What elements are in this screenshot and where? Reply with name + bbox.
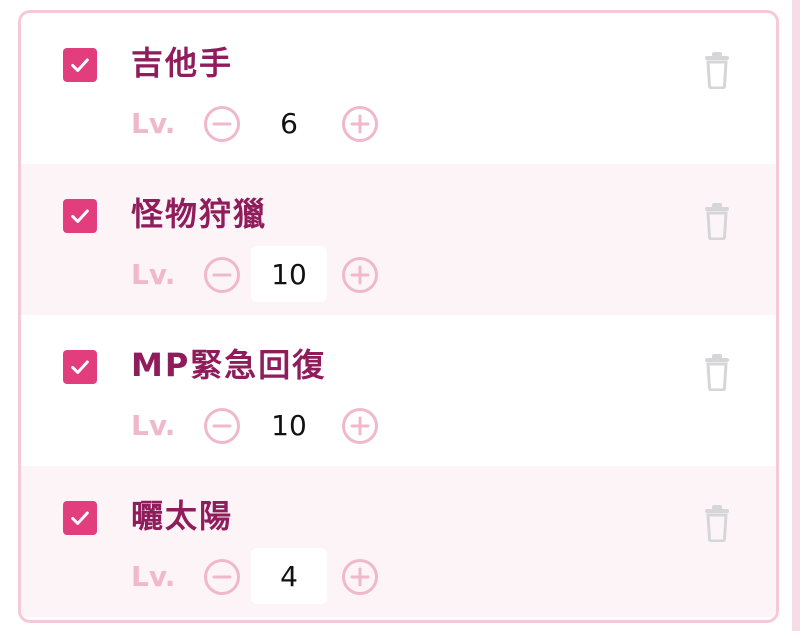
delete-button[interactable] bbox=[702, 202, 732, 241]
plus-circle-icon bbox=[342, 106, 378, 142]
decrease-level-button[interactable] bbox=[203, 407, 241, 445]
delete-button[interactable] bbox=[702, 51, 732, 90]
minus-circle-icon bbox=[204, 559, 240, 595]
level-value[interactable]: 6 bbox=[251, 95, 327, 151]
minus-circle-icon bbox=[204, 408, 240, 444]
check-icon bbox=[71, 511, 89, 525]
trash-icon bbox=[705, 505, 729, 543]
page-edge bbox=[792, 0, 800, 631]
increase-level-button[interactable] bbox=[341, 105, 379, 143]
skill-row: 怪物狩獵 Lv. 10 bbox=[21, 164, 776, 315]
decrease-level-button[interactable] bbox=[203, 558, 241, 596]
level-label: Lv. bbox=[131, 560, 176, 593]
skill-row: MP緊急回復 Lv. 10 bbox=[21, 315, 776, 466]
skill-checkbox[interactable] bbox=[63, 350, 97, 384]
decrease-level-button[interactable] bbox=[203, 105, 241, 143]
check-icon bbox=[71, 209, 89, 223]
skill-list-panel: 吉他手 Lv. 6 怪物狩獵 Lv. 10 MP緊急回復 Lv. 10 曬太陽 … bbox=[18, 10, 779, 623]
trash-icon bbox=[705, 203, 729, 241]
check-icon bbox=[71, 58, 89, 72]
level-label: Lv. bbox=[131, 107, 176, 140]
skill-name: MP緊急回復 bbox=[131, 346, 327, 384]
delete-button[interactable] bbox=[702, 504, 732, 543]
skill-checkbox[interactable] bbox=[63, 199, 97, 233]
level-value[interactable]: 4 bbox=[251, 548, 327, 604]
plus-circle-icon bbox=[342, 257, 378, 293]
skill-checkbox[interactable] bbox=[63, 48, 97, 82]
trash-icon bbox=[705, 354, 729, 392]
level-label: Lv. bbox=[131, 258, 176, 291]
skill-row: 曬太陽 Lv. 4 bbox=[21, 466, 776, 617]
skill-checkbox[interactable] bbox=[63, 501, 97, 535]
increase-level-button[interactable] bbox=[341, 558, 379, 596]
skill-row: 吉他手 Lv. 6 bbox=[21, 13, 776, 164]
plus-circle-icon bbox=[342, 559, 378, 595]
skill-name: 怪物狩獵 bbox=[131, 195, 268, 233]
minus-circle-icon bbox=[204, 257, 240, 293]
level-value[interactable]: 10 bbox=[251, 397, 327, 453]
skill-name: 曬太陽 bbox=[131, 497, 234, 535]
check-icon bbox=[71, 360, 89, 374]
increase-level-button[interactable] bbox=[341, 407, 379, 445]
trash-icon bbox=[705, 52, 729, 90]
level-value[interactable]: 10 bbox=[251, 246, 327, 302]
decrease-level-button[interactable] bbox=[203, 256, 241, 294]
minus-circle-icon bbox=[204, 106, 240, 142]
delete-button[interactable] bbox=[702, 353, 732, 392]
plus-circle-icon bbox=[342, 408, 378, 444]
increase-level-button[interactable] bbox=[341, 256, 379, 294]
level-label: Lv. bbox=[131, 409, 176, 442]
skill-name: 吉他手 bbox=[131, 44, 234, 82]
